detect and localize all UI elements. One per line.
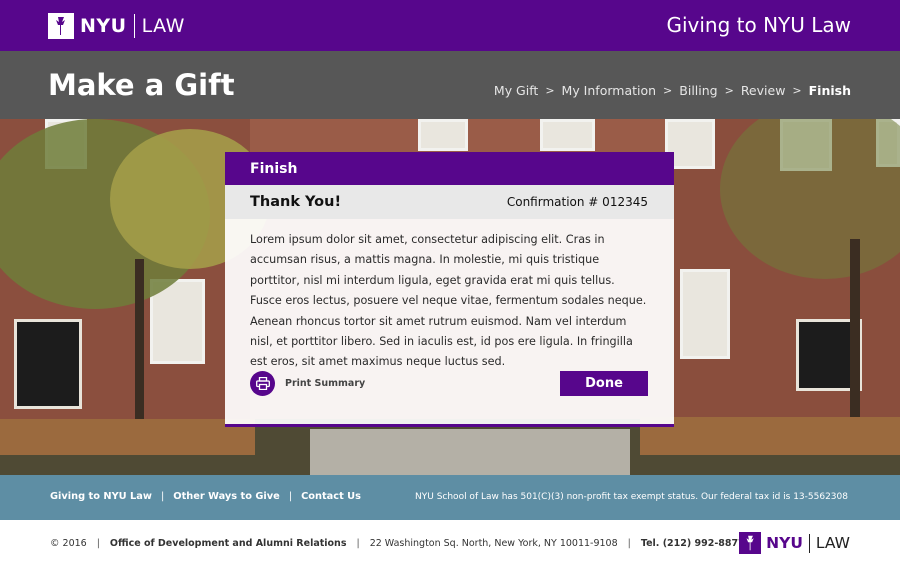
building-window <box>540 119 595 151</box>
footer-divider: | <box>96 538 100 549</box>
footer-link-giving[interactable]: Giving to NYU Law <box>50 491 152 502</box>
breadcrumb: My Gift > My Information > Billing > Rev… <box>494 83 851 98</box>
printer-icon[interactable] <box>250 370 275 396</box>
torch-icon <box>48 12 74 39</box>
breadcrumb-finish: Finish <box>808 83 851 98</box>
footer-nav: Giving to NYU Law | Other Ways to Give |… <box>50 491 361 502</box>
card-heading: Finish <box>225 152 674 185</box>
footer-divider: | <box>356 538 360 549</box>
site-title[interactable]: Giving to NYU Law <box>666 13 851 37</box>
office-name: Office of Development and Alumni Relatio… <box>109 538 347 549</box>
chevron-right-icon: > <box>724 84 734 97</box>
footer-logo-divider <box>808 533 810 553</box>
courtyard-steps <box>310 429 630 475</box>
footer-bottom: © 2016 | Office of Development and Alumn… <box>0 520 900 566</box>
breadcrumb-billing[interactable]: Billing <box>679 83 717 98</box>
logo-nyu-text: NYU <box>80 14 127 37</box>
copyright: © 2016 <box>50 538 87 549</box>
building-window <box>418 119 468 151</box>
office-address: 22 Washington Sq. North, New York, NY 10… <box>369 538 618 549</box>
breadcrumb-my-information[interactable]: My Information <box>562 83 657 98</box>
title-bar: Make a Gift My Gift > My Information > B… <box>0 51 900 119</box>
thank-you-heading: Thank You! <box>250 194 342 210</box>
logo-divider <box>133 13 135 38</box>
page-title: Make a Gift <box>48 68 235 102</box>
building-door <box>14 319 82 409</box>
breadcrumb-my-gift[interactable]: My Gift <box>494 83 538 98</box>
top-header-bar: NYU LAW Giving to NYU Law <box>0 0 900 51</box>
footer-divider: | <box>627 538 631 549</box>
footer-divider: | <box>160 491 165 502</box>
finish-card: Finish Thank You! Confirmation # 012345 … <box>225 152 674 427</box>
chevron-right-icon: > <box>545 84 555 97</box>
building-window <box>680 269 730 359</box>
card-actions: Print Summary Done <box>250 370 648 396</box>
chevron-right-icon: > <box>663 84 673 97</box>
breadcrumb-review[interactable]: Review <box>741 83 786 98</box>
tree-trunk <box>135 259 144 419</box>
chevron-right-icon: > <box>792 84 802 97</box>
torch-icon <box>739 532 762 554</box>
footer-link-other-ways[interactable]: Other Ways to Give <box>173 491 280 502</box>
card-subheader: Thank You! Confirmation # 012345 <box>225 185 674 219</box>
office-phone: Tel. (212) 992-8877 <box>640 538 745 549</box>
wooden-bench-left <box>0 419 255 455</box>
done-button[interactable]: Done <box>560 370 648 396</box>
logo-law-text: LAW <box>141 14 185 37</box>
footer-contact-info: © 2016 | Office of Development and Alumn… <box>50 538 745 549</box>
footer-links-bar: Giving to NYU Law | Other Ways to Give |… <box>0 475 900 520</box>
wooden-bench-right <box>640 417 900 455</box>
print-summary-link[interactable]: Print Summary <box>250 370 365 396</box>
tax-status-note: NYU School of Law has 501(C)(3) non-prof… <box>415 492 848 502</box>
tree-trunk <box>850 239 860 419</box>
confirmation-number: Confirmation # 012345 <box>506 195 648 209</box>
footer-link-contact[interactable]: Contact Us <box>301 491 361 502</box>
footer-divider: | <box>288 491 293 502</box>
footer-logo-nyu-text: NYU <box>766 534 803 552</box>
nyu-law-logo[interactable]: NYU LAW <box>48 12 185 39</box>
card-body-text: Lorem ipsum dolor sit amet, consectetur … <box>250 233 647 369</box>
footer-nyu-law-logo[interactable]: NYU LAW <box>739 532 850 554</box>
footer-logo-law-text: LAW <box>815 534 850 552</box>
print-summary-label[interactable]: Print Summary <box>285 378 365 389</box>
